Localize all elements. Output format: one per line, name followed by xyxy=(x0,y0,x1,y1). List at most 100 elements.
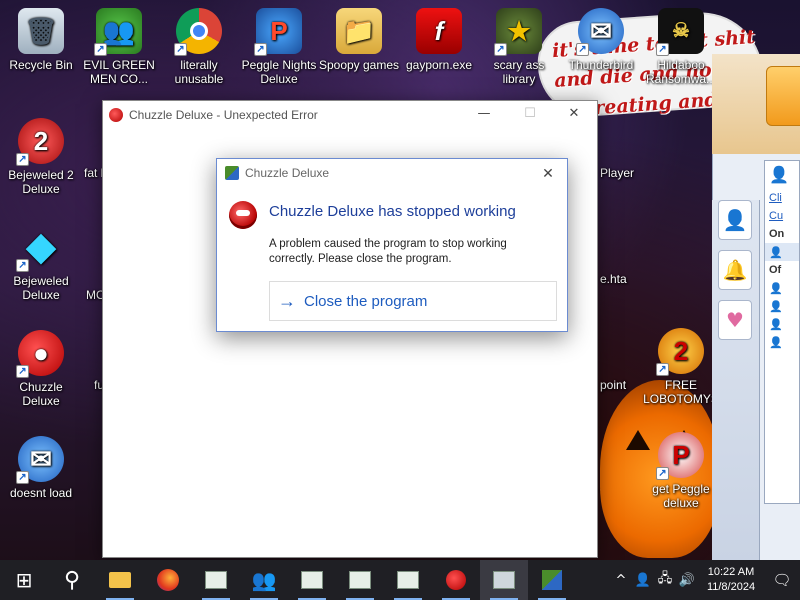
list-item[interactable]: Cu xyxy=(765,207,799,225)
desktop-icon-chuzzle-deluxe[interactable]: ● ↗ Chuzzle Deluxe xyxy=(0,330,82,408)
taskbar-chuzzle[interactable] xyxy=(432,560,480,600)
contact-icon[interactable]: 👤 xyxy=(718,200,752,240)
start-button[interactable]: ⊞ xyxy=(0,560,48,600)
recycle-bin-icon: 🗑 xyxy=(18,8,64,54)
flash-icon: f xyxy=(416,8,462,54)
desktop-icon-label: Spoopy games xyxy=(318,58,400,72)
desktop-icon-scary-library[interactable]: ★ ↗ scary ass library xyxy=(478,8,560,86)
desktop-icon-label: literally unusable xyxy=(174,58,224,86)
error-dialog: Chuzzle Deluxe ✕ Chuzzle Deluxe has stop… xyxy=(216,158,568,332)
chuzzle-icon xyxy=(446,570,466,590)
desktop-icon-doesnt-load[interactable]: ✉ ↗ doesnt load xyxy=(0,436,82,500)
clock-time: 10:22 AM xyxy=(707,566,755,578)
list-item[interactable]: 👤 xyxy=(765,297,799,315)
partial-label: Player xyxy=(600,166,635,180)
list-item[interactable]: 👤 xyxy=(765,279,799,297)
volume-icon[interactable]: 🔊 xyxy=(676,573,698,588)
desktop-icon-label: Recycle Bin xyxy=(9,58,73,72)
taskbar-firefox[interactable] xyxy=(144,560,192,600)
hearts-icon[interactable]: ♥ xyxy=(718,300,752,340)
desktop-icon-bejeweled[interactable]: ◆ ↗ Bejeweled Deluxe xyxy=(0,224,82,302)
desktop-icon-recycle-bin[interactable]: 🗑 Recycle Bin xyxy=(0,8,82,72)
taskbar-error-reporting[interactable] xyxy=(480,560,528,600)
maximize-button[interactable]: ☐ xyxy=(515,105,545,125)
search-icon: ⚲ xyxy=(63,567,81,593)
desktop-icon-label: scary ass library xyxy=(493,58,545,86)
folder-icon xyxy=(109,572,131,588)
notification-icon[interactable]: 🗨 xyxy=(764,571,800,589)
arrow-right-icon: → xyxy=(278,290,296,311)
clock-date: 11/8/2024 xyxy=(706,581,756,593)
desktop-icon-label: Peggle Nights Deluxe xyxy=(241,58,317,86)
library-icon: ★ ↗ xyxy=(494,8,542,56)
desktop-icon-label: EVIL GREEN MEN CO... xyxy=(83,58,155,86)
window-thumbnail-icon xyxy=(205,571,227,589)
taskbar-app-window[interactable] xyxy=(288,560,336,600)
network-icon[interactable]: 🖧 xyxy=(654,569,676,591)
desktop-icon-spoopy-games[interactable]: 📁 Spoopy games xyxy=(318,8,400,72)
diamond-icon: ◆ ↗ xyxy=(16,224,64,272)
desktop-icon-hildaboo[interactable]: ☠ ↗ Hildaboo Ransomwa... xyxy=(640,8,722,86)
list-item[interactable]: 👤 xyxy=(765,315,799,333)
desktop-icon-gayporn[interactable]: f gayporn.exe xyxy=(398,8,480,72)
partial-label: point xyxy=(600,378,627,392)
taskbar-file-explorer[interactable] xyxy=(96,560,144,600)
bell-icon[interactable]: 🔔 xyxy=(718,250,752,290)
chevron-up-icon[interactable]: ^ xyxy=(610,573,632,588)
setup-icon xyxy=(542,570,562,590)
desktop-icon-free-lobotomys[interactable]: 2 ↗ FREE LOBOTOMYS xyxy=(640,328,722,406)
taskbar-app-window[interactable] xyxy=(192,560,240,600)
close-program-label: Close the program xyxy=(304,292,428,310)
desktop-icon-label: Bejeweled 2 Deluxe xyxy=(8,168,74,196)
chrome-icon: ↗ xyxy=(174,8,222,56)
desktop-icon-label: Hildaboo Ransomwa... xyxy=(645,58,717,86)
taskbar-app-window[interactable] xyxy=(384,560,432,600)
close-program-button[interactable]: → Close the program xyxy=(269,281,557,321)
desktop-icon-bejeweled-2[interactable]: 2 ↗ Bejeweled 2 Deluxe xyxy=(0,118,82,196)
desktop-icon-label: gayporn.exe xyxy=(405,58,473,72)
system-tray: ^ 👤 🖧 🔊 10:22 AM 11/8/2024 🗨 xyxy=(610,560,800,600)
window-thumbnail-icon xyxy=(349,571,371,589)
desktop-icon-evil-green-men[interactable]: 👥 ↗ EVIL GREEN MEN CO... xyxy=(78,8,160,86)
dialog-description: A problem caused the program to stop wor… xyxy=(269,238,507,265)
partial-label: e.hta xyxy=(600,272,627,286)
window-thumbnail-icon xyxy=(301,571,323,589)
desktop-icon-peggle-nights[interactable]: P ↗ Peggle Nights Deluxe xyxy=(238,8,320,86)
search-button[interactable]: ⚲ xyxy=(48,560,96,600)
bejeweled-2-icon: 2 ↗ xyxy=(16,118,64,166)
app-icon xyxy=(225,166,239,180)
desktop-icon-label: Thunderbird xyxy=(568,58,634,72)
dialog-title: Chuzzle Deluxe xyxy=(245,166,330,180)
list-item[interactable]: Of xyxy=(765,261,799,279)
desktop-icon-thunderbird[interactable]: ✉ ↗ Thunderbird xyxy=(560,8,642,72)
messenger-banner-icon xyxy=(766,66,800,126)
dialog-close-button[interactable]: ✕ xyxy=(537,163,559,183)
messenger-header xyxy=(712,54,800,154)
desktop-icon-get-peggle[interactable]: P ↗ get Peggle deluxe xyxy=(640,432,722,510)
messenger-icon: 👥 xyxy=(251,568,277,592)
folder-icon: 📁 xyxy=(336,8,382,54)
list-item[interactable]: 👤 xyxy=(765,243,799,261)
chuzzle-icon: ● ↗ xyxy=(16,330,64,378)
clock[interactable]: 10:22 AM 11/8/2024 xyxy=(698,565,764,595)
window-thumbnail-icon xyxy=(397,571,419,589)
add-contact-button[interactable]: 👤 xyxy=(765,161,799,189)
messenger-tray-icon[interactable]: 👤 xyxy=(632,573,654,588)
taskbar-setup[interactable] xyxy=(528,560,576,600)
taskbar-app-window[interactable] xyxy=(336,560,384,600)
chuzzle-error-icon xyxy=(229,201,257,229)
error-window-icon xyxy=(493,571,515,589)
desktop-icon-label: FREE LOBOTOMYS xyxy=(643,378,719,406)
list-item[interactable]: 👤 xyxy=(765,333,799,351)
close-button[interactable]: ✕ xyxy=(559,105,589,125)
messenger-contact-list: 👤 Cli Cu On 👤 Of 👤 👤 👤 👤 xyxy=(764,160,800,504)
lobotomy-icon: 2 ↗ xyxy=(656,328,704,376)
people-icon: 👥 ↗ xyxy=(94,8,142,56)
minimize-button[interactable]: — xyxy=(469,105,499,125)
list-item[interactable]: On xyxy=(765,225,799,243)
list-item[interactable]: Cli xyxy=(765,189,799,207)
thunderbird-icon: ✉ ↗ xyxy=(16,436,64,484)
taskbar-messenger[interactable]: 👥 xyxy=(240,560,288,600)
desktop-icon-chrome[interactable]: ↗ literally unusable xyxy=(158,8,240,86)
dialog-titlebar[interactable]: Chuzzle Deluxe xyxy=(217,159,567,187)
